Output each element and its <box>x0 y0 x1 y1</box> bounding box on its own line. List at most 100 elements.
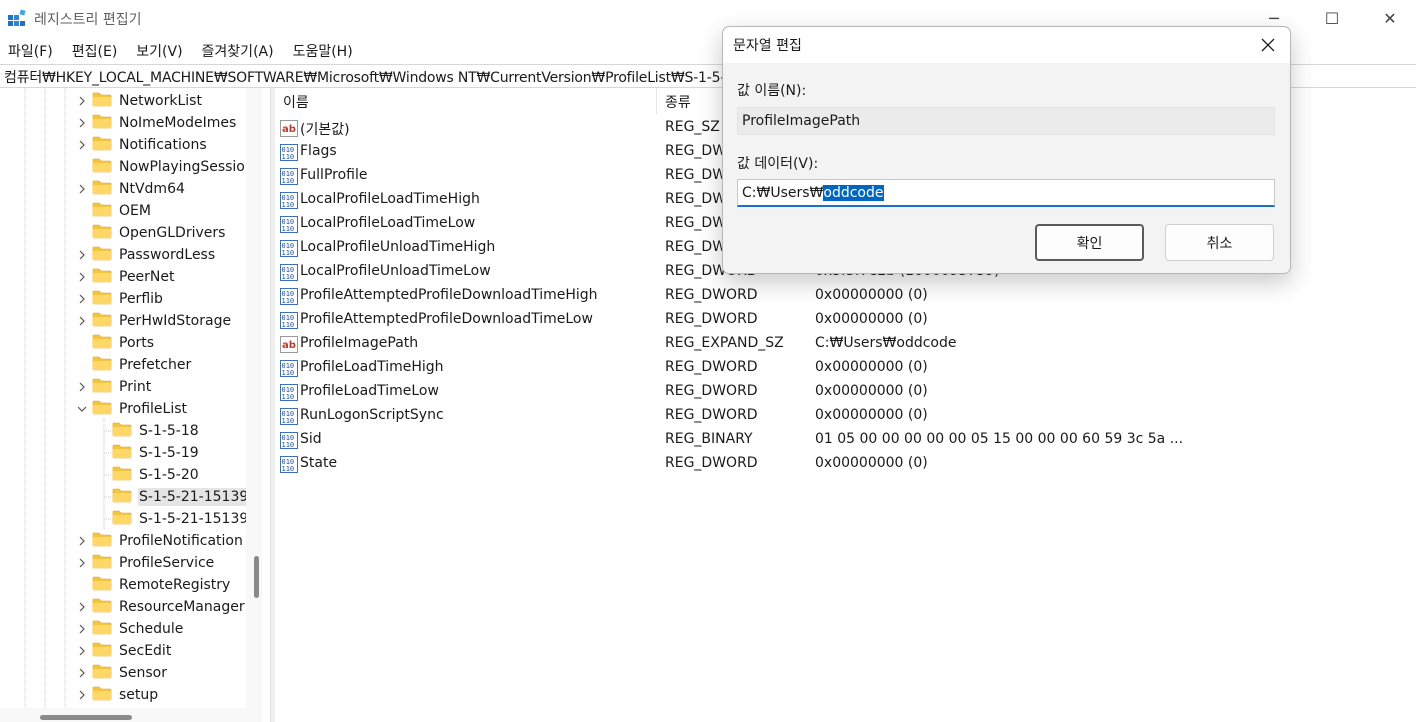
tree-item[interactable]: Notifications <box>79 134 208 156</box>
value-row[interactable]: 010 110 State REG_DWORD 0x00000000 (0) <box>276 452 1416 476</box>
value-name: ProfileAttemptedProfileDownloadTimeLow <box>300 311 593 327</box>
column-header-name[interactable]: 이름 <box>283 92 309 112</box>
folder-icon <box>112 509 138 529</box>
value-data-text: C:₩Users₩ <box>742 185 824 201</box>
tree-item[interactable]: NetworkList <box>79 90 203 112</box>
tree-item[interactable]: ProfileNotification <box>79 530 244 552</box>
tree-item[interactable]: ResourceManager <box>79 596 246 618</box>
cancel-button[interactable]: 취소 <box>1165 224 1274 261</box>
tree-item[interactable]: PasswordLess <box>79 244 216 266</box>
chevron-right-icon[interactable] <box>76 117 88 129</box>
tree-item[interactable]: PeerNet <box>79 266 176 288</box>
tree-item-label: NetworkList <box>119 93 202 109</box>
tree-item[interactable]: ProfileList <box>77 398 188 420</box>
tree-item[interactable]: S-1-5-19 <box>112 442 200 464</box>
folder-icon <box>92 267 118 287</box>
edit-string-dialog: 문자열 편집 값 이름(N): ProfileImagePath 값 데이터(V… <box>722 26 1291 274</box>
tree-item[interactable]: Ports <box>92 332 155 354</box>
tree-horizontal-scroll-thumb[interactable] <box>40 715 132 720</box>
value-type: REG_DWORD <box>665 359 758 375</box>
pane-splitter[interactable] <box>270 88 275 722</box>
value-row[interactable]: 010 110 Sid REG_BINARY 01 05 00 00 00 00 00 … <box>276 428 1416 452</box>
menu-view[interactable]: 보기(V) <box>136 38 182 62</box>
value-row[interactable]: 010 110 ProfileLoadTimeHigh REG_DWORD 0x0000… <box>276 356 1416 380</box>
chevron-right-icon[interactable] <box>76 381 88 393</box>
menu-file[interactable]: 파일(F) <box>8 38 53 62</box>
tree-item[interactable]: OEM <box>92 200 152 222</box>
binary-value-icon: 010 110 <box>280 288 298 305</box>
tree-item[interactable]: Print <box>79 376 152 398</box>
tree-item[interactable]: NowPlayingSession <box>92 156 255 178</box>
tree-item-label: Ports <box>119 335 155 351</box>
tree-item[interactable]: PerHwIdStorage <box>79 310 232 332</box>
tree-item[interactable]: NtVdm64 <box>79 178 186 200</box>
chevron-right-icon[interactable] <box>76 601 88 613</box>
tree-vertical-scroll-thumb[interactable] <box>254 556 259 598</box>
chevron-right-icon[interactable] <box>76 271 88 283</box>
ok-button[interactable]: 확인 <box>1035 224 1144 261</box>
tree-item[interactable]: RemoteRegistry <box>92 574 231 596</box>
chevron-right-icon[interactable] <box>76 293 88 305</box>
chevron-right-icon[interactable] <box>76 667 88 679</box>
value-row[interactable]: ab ProfileImagePath REG_EXPAND_SZ C:₩Users₩… <box>276 332 1416 356</box>
chevron-right-icon[interactable] <box>76 183 88 195</box>
tree-item[interactable]: S-1-5-20 <box>112 464 200 486</box>
tree-item[interactable]: S-1-5-21-151390 <box>112 486 259 508</box>
value-data-input[interactable]: C:₩Users₩oddcode <box>737 179 1275 207</box>
tree-item[interactable]: ProfileService <box>79 552 215 574</box>
folder-icon <box>92 223 118 243</box>
menu-help[interactable]: 도움말(H) <box>293 38 353 62</box>
value-row[interactable]: 010 110 ProfileLoadTimeLow REG_DWORD 0x00000… <box>276 380 1416 404</box>
tree-item[interactable]: Schedule <box>79 618 184 640</box>
tree-item-label: RemoteRegistry <box>119 577 231 593</box>
folder-icon <box>92 553 118 573</box>
folder-icon <box>112 487 138 507</box>
tree-item[interactable]: Sensor <box>79 662 168 684</box>
chevron-down-icon[interactable] <box>76 403 88 415</box>
dialog-close-button[interactable] <box>1251 29 1285 61</box>
column-divider[interactable] <box>656 88 657 114</box>
tree-item[interactable]: NoImeModeImes <box>79 112 237 134</box>
tree-item-label: S-1-5-19 <box>139 445 199 461</box>
tree-item[interactable]: Perflib <box>79 288 164 310</box>
column-header-type[interactable]: 종류 <box>665 92 691 112</box>
svg-text:110: 110 <box>282 417 295 425</box>
maximize-button[interactable]: ☐ <box>1304 0 1360 36</box>
close-button[interactable]: ✕ <box>1362 0 1416 36</box>
folder-icon <box>112 443 138 463</box>
menu-edit[interactable]: 편집(E) <box>72 38 118 62</box>
tree-item-label: NtVdm64 <box>119 181 185 197</box>
value-type: REG_DW <box>665 191 727 207</box>
tree-item[interactable]: OpenGLDrivers <box>92 222 226 244</box>
tree-item[interactable]: Prefetcher <box>92 354 192 376</box>
key-tree[interactable]: NetworkList NoImeModeImes Notifications Now… <box>0 88 262 722</box>
svg-text:110: 110 <box>282 201 295 209</box>
chevron-right-icon[interactable] <box>76 689 88 701</box>
value-row[interactable]: 010 110 RunLogonScriptSync REG_DWORD 0x00000… <box>276 404 1416 428</box>
value-row[interactable]: 010 110 ProfileAttemptedProfileDownloadTim… <box>276 308 1416 332</box>
tree-item-label: S-1-5-21-151390 <box>139 511 258 527</box>
tree-item[interactable]: SecEdit <box>79 640 172 662</box>
tree-item[interactable]: setup <box>79 684 159 706</box>
value-row[interactable]: 010 110 ProfileAttemptedProfileDownloadTim… <box>276 284 1416 308</box>
binary-value-icon: 010 110 <box>280 240 298 257</box>
chevron-right-icon[interactable] <box>76 139 88 151</box>
tree-item[interactable]: S-1-5-21-151390 <box>112 508 258 530</box>
chevron-right-icon[interactable] <box>76 95 88 107</box>
chevron-right-icon[interactable] <box>76 623 88 635</box>
chevron-right-icon[interactable] <box>76 315 88 327</box>
folder-icon <box>92 113 118 133</box>
chevron-right-icon[interactable] <box>76 645 88 657</box>
value-name: ProfileImagePath <box>300 335 419 351</box>
folder-icon <box>92 399 118 419</box>
chevron-right-icon[interactable] <box>76 249 88 261</box>
chevron-right-icon[interactable] <box>76 557 88 569</box>
tree-vertical-scrollbar[interactable] <box>246 88 262 708</box>
tree-item-label: SecEdit <box>119 643 172 659</box>
menu-favorites[interactable]: 즐겨찾기(A) <box>202 38 274 62</box>
tree-item[interactable]: S-1-5-18 <box>112 420 200 442</box>
value-type: REG_DWORD <box>665 455 758 471</box>
chevron-right-icon[interactable] <box>76 535 88 547</box>
